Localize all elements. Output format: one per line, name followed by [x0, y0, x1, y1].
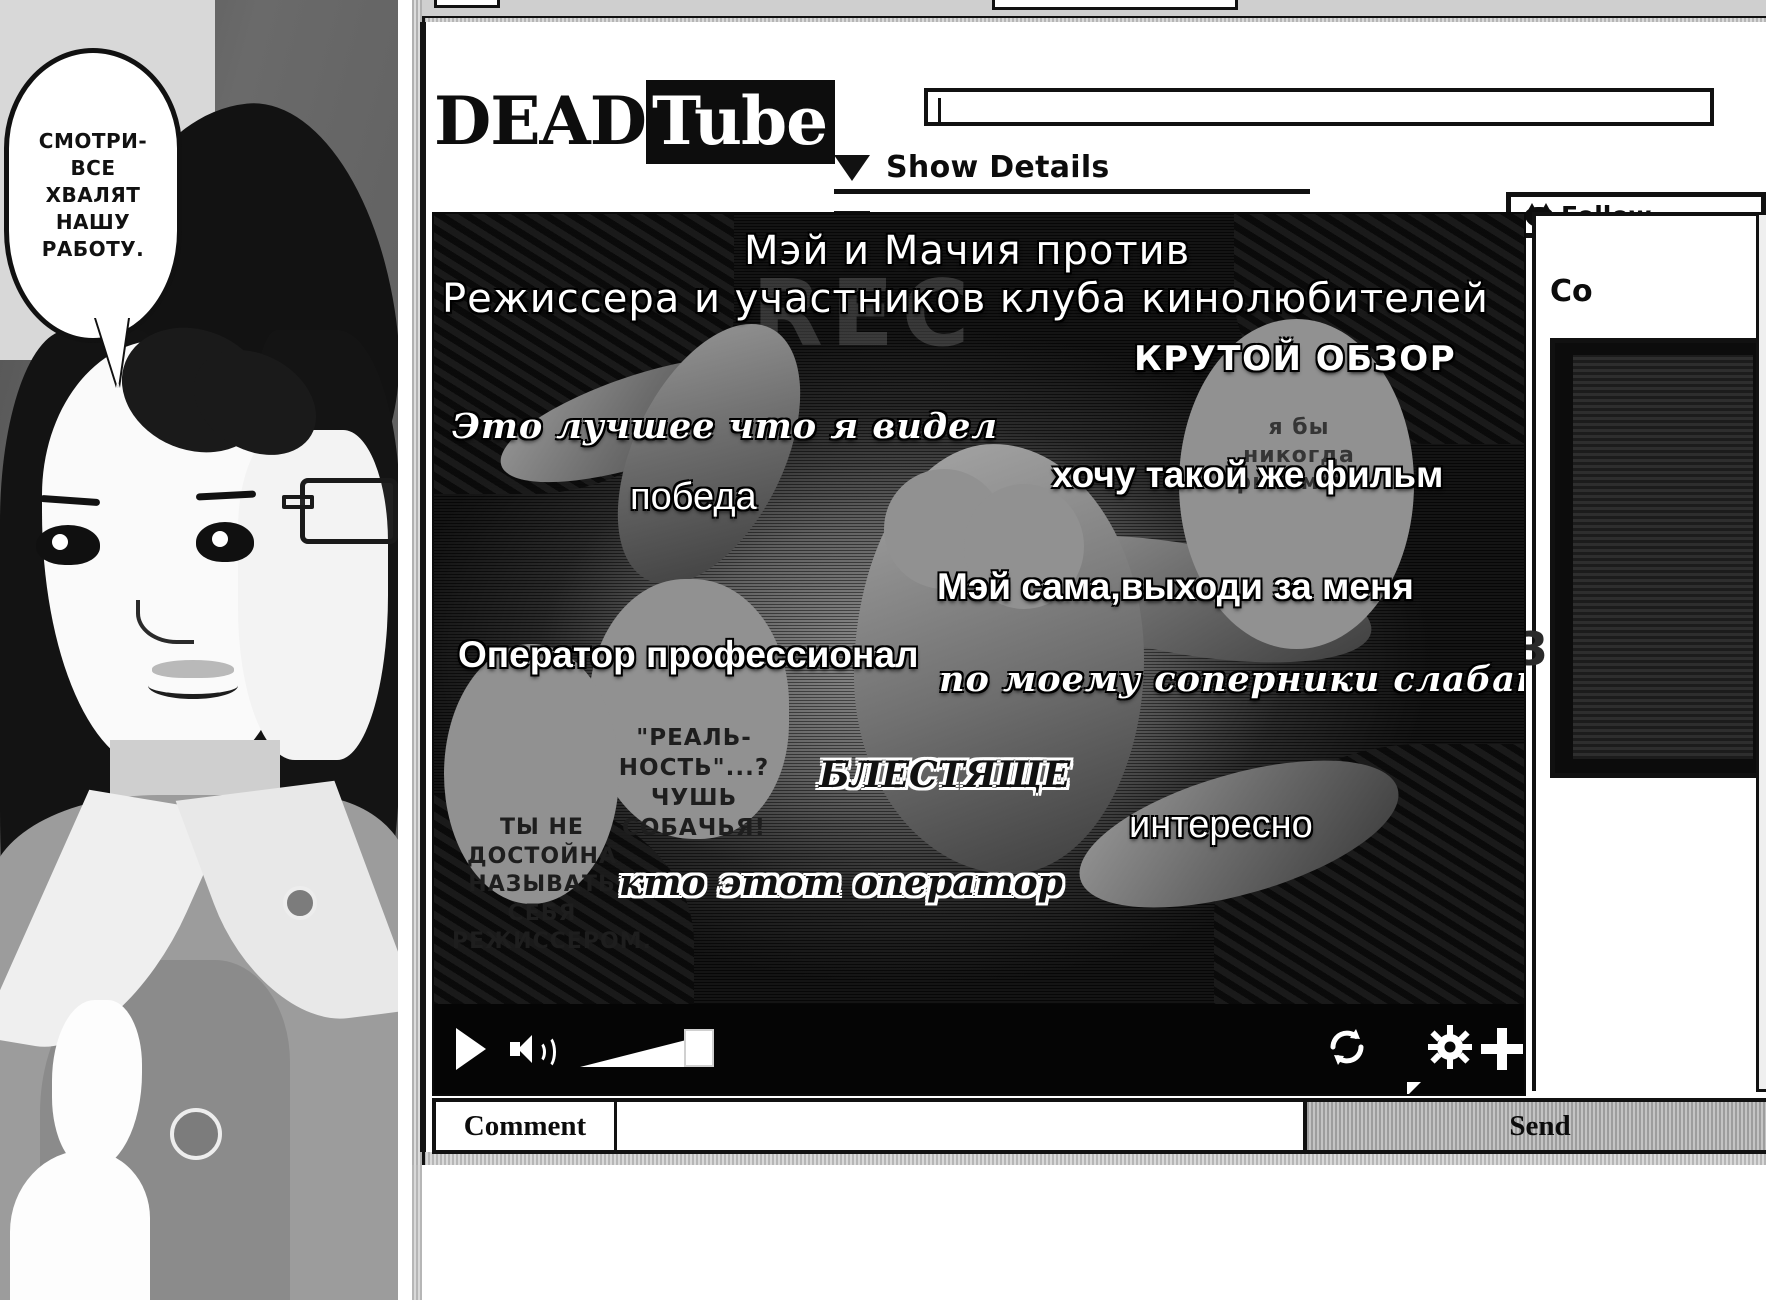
mouth [148, 672, 238, 699]
sidebar-thumbnail-image [1573, 355, 1753, 759]
danmaku-comment: КРУТОЙ ОБЗОР [1134, 339, 1457, 379]
window-bottom-edge [412, 1165, 422, 1300]
danmaku-comment: Оператор профессионал [458, 634, 919, 675]
loop-button[interactable] [1326, 1026, 1368, 1073]
volume-handle[interactable] [684, 1029, 714, 1067]
window-frame: DEADTube Show Details Follow Co [412, 0, 1766, 1165]
danmaku-comment: БЛЕСТЯЩЕ [819, 754, 1071, 796]
titlebar-chip [992, 0, 1238, 10]
player-controls-right [1326, 1024, 1523, 1074]
titlebar-chip-small [434, 0, 500, 8]
volume-icon [508, 1030, 556, 1069]
chevron-down-icon [834, 154, 870, 220]
page-scrollbar[interactable] [1756, 212, 1766, 1092]
danmaku-comment: победа [630, 476, 757, 518]
settings-button[interactable] [1428, 1024, 1472, 1074]
window-titlebar[interactable] [422, 0, 1766, 18]
sidebar-thumbnail[interactable] [1550, 338, 1766, 778]
logo-tube-text: Tube [645, 80, 836, 164]
play-button[interactable] [456, 1028, 486, 1070]
glasses-lens [300, 478, 398, 544]
related-sidebar: Co [1532, 212, 1766, 1091]
window-bottom-area [412, 1165, 1766, 1300]
speech-bubble-text: СМОТРИ- ВСЕ ХВАЛЯТ НАШУ РАБОТУ. [38, 129, 148, 261]
search-caret [938, 98, 941, 122]
video-title-line-1: Мэй и Мачия против [744, 228, 1191, 274]
comment-label: Comment [432, 1098, 617, 1154]
danmaku-comment: Мэй сама,выходи за меня [937, 566, 1414, 607]
shirt-button [170, 1108, 222, 1160]
player-controls [434, 1004, 1524, 1094]
site-header: DEADTube Show Details Follow [426, 80, 1766, 238]
sidebar-title: Co [1550, 274, 1593, 309]
eye-highlight-left [52, 534, 68, 550]
eye-highlight-right [212, 531, 228, 547]
volume-slider[interactable] [574, 1029, 720, 1067]
show-details-toggle[interactable]: Show Details [834, 150, 1310, 220]
browser-panel: DEADTube Show Details Follow Co [412, 0, 1766, 1300]
send-button[interactable]: Send [1307, 1098, 1766, 1154]
speech-bubble: СМОТРИ- ВСЕ ХВАЛЯТ НАШУ РАБОТУ. [4, 48, 182, 343]
play-icon [456, 1028, 486, 1070]
page-area: DEADTube Show Details Follow Co [420, 22, 1766, 1154]
loop-icon [1330, 1028, 1364, 1065]
danmaku-comment: Это лучшее что я видел [452, 406, 999, 447]
comment-input[interactable] [617, 1098, 1307, 1154]
comment-bar: Comment Send [432, 1098, 1766, 1154]
volume-track [580, 1037, 698, 1067]
site-logo[interactable]: DEADTube [434, 80, 836, 164]
manga-panel-left: СМОТРИ- ВСЕ ХВАЛЯТ НАШУ РАБОТУ. [0, 0, 398, 1300]
video-player[interactable]: REC я бы никогда фильмы... "РЕАЛЬ- НОСТЬ… [432, 212, 1526, 1096]
video-stage[interactable]: REC я бы никогда фильмы... "РЕАЛЬ- НОСТЬ… [434, 214, 1524, 1004]
logo-dead-text: DEAD [434, 82, 647, 160]
video-title-line-2: Режиссера и участников клуба кинолюбител… [442, 276, 1489, 322]
panel-gutter [398, 0, 412, 1300]
danmaku-comment: по моему соперники слабаки [939, 659, 1524, 700]
eye-left [36, 525, 100, 565]
scene-inner-text: ТЫ НЕ ДОСТОЙНА НАЗЫВАТЬ СЕБЯ РЕЖИССЕРОМ. [452, 815, 652, 955]
show-details-label: Show Details [886, 150, 1110, 185]
volume-button[interactable] [508, 1030, 556, 1069]
danmaku-comment: интересно [1129, 804, 1313, 846]
glasses-bridge [282, 495, 314, 509]
search-input[interactable] [924, 88, 1714, 126]
danmaku-comment: кто этот оператор [619, 862, 1063, 904]
danmaku-comment: хочу такой же фильм [1052, 454, 1444, 495]
shirt-button [283, 886, 317, 920]
speech-bubble-tail [96, 318, 128, 388]
gear-icon [1428, 1024, 1472, 1069]
